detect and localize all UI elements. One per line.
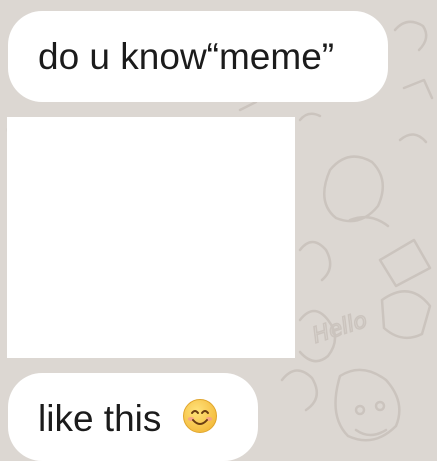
incoming-message-bubble[interactable]: do u know“meme” (8, 11, 388, 102)
message-text: like this (38, 398, 162, 439)
message-text: do u know“meme” (38, 36, 335, 77)
incoming-message-bubble[interactable]: like this (8, 373, 258, 461)
image-message[interactable] (7, 117, 295, 358)
smiling-face-emoji-icon (182, 398, 218, 434)
